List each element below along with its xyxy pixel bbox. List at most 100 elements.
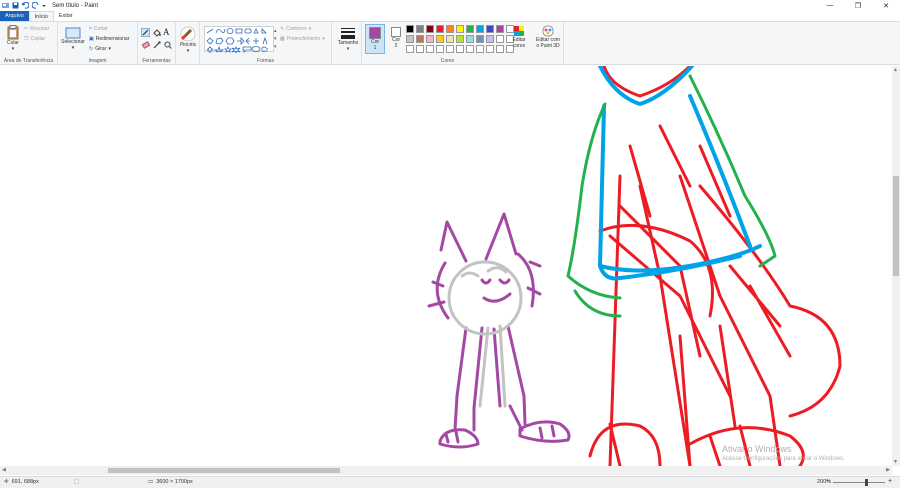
status-bar: ✛ 691, 688px ⬚ ▭ 3600 × 1700px 200% − + (0, 476, 900, 488)
palette-swatch[interactable] (496, 25, 504, 33)
palette-swatch[interactable] (446, 35, 454, 43)
clipboard-icon (7, 25, 19, 40)
color-picker-icon[interactable] (152, 40, 161, 49)
copy-icon: ❐ (24, 36, 29, 42)
rotate-label: Girar (95, 46, 107, 52)
pencil-icon[interactable] (141, 28, 150, 37)
edit-colors-button[interactable]: Editar cores (508, 25, 530, 49)
magnifier-icon[interactable] (163, 40, 172, 49)
vertical-scroll-thumb[interactable] (893, 176, 899, 276)
palette-swatch[interactable] (466, 25, 474, 33)
fill-bucket-icon[interactable] (152, 28, 161, 37)
zoom-slider-thumb[interactable] (865, 479, 868, 486)
paste-button[interactable]: Colar ▾ (3, 25, 23, 52)
palette-swatch[interactable] (456, 45, 464, 53)
palette-swatch[interactable] (476, 45, 484, 53)
palette-swatch[interactable] (456, 25, 464, 33)
text-tool-icon[interactable]: A (163, 27, 170, 37)
shapes-gallery[interactable] (204, 26, 274, 54)
outline-label: Contorno (286, 26, 307, 32)
paint-app-icon (2, 2, 9, 9)
maximize-button[interactable]: ❐ (844, 0, 872, 11)
palette-swatch[interactable] (446, 45, 454, 53)
select-button[interactable]: Selecionar ▾ (60, 27, 86, 51)
color1-button[interactable]: Cor 1 (365, 24, 385, 54)
palette-swatch[interactable] (486, 35, 494, 43)
palette-swatch[interactable] (416, 45, 424, 53)
palette-swatch[interactable] (486, 45, 494, 53)
rotate-button[interactable]: ↻ Girar ▾ (89, 46, 111, 52)
customize-toolbar-icon[interactable] (42, 2, 46, 9)
selection-icon: ⬚ (74, 479, 80, 485)
quick-access-toolbar (0, 0, 46, 11)
gallery-expand-icon[interactable]: ▾ (274, 44, 277, 50)
vertical-scrollbar[interactable]: ▲ ▼ (892, 66, 900, 466)
palette-swatch[interactable] (466, 45, 474, 53)
undo-icon[interactable] (21, 1, 30, 9)
palette-swatch[interactable] (426, 45, 434, 53)
windows-activation-watermark: Ativar o Windows Acesse Configurações pa… (722, 444, 845, 462)
minimize-button[interactable]: — (816, 0, 844, 11)
palette-swatch[interactable] (466, 35, 474, 43)
horizontal-scroll-thumb[interactable] (108, 468, 340, 473)
image-size-icon: ▭ (148, 479, 154, 485)
save-icon[interactable] (12, 2, 19, 9)
palette-swatch[interactable] (486, 25, 494, 33)
scroll-left-icon[interactable]: ◀ (2, 467, 6, 473)
palette-swatch[interactable] (426, 25, 434, 33)
resize-button[interactable]: ▣ Redimensionar (89, 36, 129, 42)
palette-swatch[interactable] (496, 35, 504, 43)
brushes-button[interactable]: Pincéis ▾ (177, 26, 199, 54)
gallery-scroll-up-icon[interactable]: ▴ (274, 28, 277, 34)
scroll-right-icon[interactable]: ▶ (886, 467, 890, 473)
tab-file[interactable]: Arquivo (0, 11, 29, 21)
size-group: Tamanho ▾ (332, 22, 362, 65)
palette-swatch[interactable] (416, 35, 424, 43)
edit-with-paint3d-button[interactable]: Editar com o Paint 3D (532, 25, 564, 49)
color2-button[interactable]: Cor 2 (387, 24, 405, 54)
close-button[interactable]: ✕ (872, 0, 900, 11)
shapes-gallery-icons (206, 28, 268, 54)
zoom-slider[interactable] (833, 482, 885, 483)
scroll-up-icon[interactable]: ▲ (893, 67, 898, 73)
palette-swatch[interactable] (496, 45, 504, 53)
crop-button[interactable]: ⌗ Cortar (89, 26, 108, 32)
horizontal-scrollbar[interactable]: ◀ ▶ (0, 466, 892, 475)
paint3d-label-2: o Paint 3D (536, 43, 560, 49)
tab-view[interactable]: Exibir (54, 11, 78, 21)
eraser-icon[interactable] (141, 40, 150, 49)
watermark-title: Ativar o Windows (722, 444, 792, 454)
palette-swatch[interactable] (406, 35, 414, 43)
palette-swatch[interactable] (476, 25, 484, 33)
fill-dropdown[interactable]: ▩ Preenchimento ▾ (280, 36, 325, 42)
size-button[interactable]: Tamanho ▾ (335, 27, 361, 52)
cut-label: Recortar (30, 26, 50, 32)
scissors-icon: ✂ (24, 26, 29, 32)
palette-swatch[interactable] (436, 45, 444, 53)
outline-dropdown[interactable]: ✎ Contorno ▾ (280, 26, 311, 32)
zoom-in-button[interactable]: + (888, 478, 892, 485)
cut-button[interactable]: ✂ Recortar (24, 26, 49, 32)
shapes-group-label: Formas (257, 58, 274, 64)
paint3d-icon (542, 25, 554, 37)
drawing-canvas[interactable]: Ativar o Windows Acesse Configurações pa… (0, 66, 892, 466)
palette-swatch[interactable] (476, 35, 484, 43)
edit-colors-label-2: cores (512, 43, 526, 49)
title-bar: Sem título - Paint — ❐ ✕ (0, 0, 900, 11)
palette-swatch[interactable] (416, 25, 424, 33)
palette-swatch[interactable] (436, 35, 444, 43)
palette-swatch[interactable] (406, 45, 414, 53)
paint3d-group: Editar com o Paint 3D (530, 22, 566, 65)
redo-icon[interactable] (31, 1, 39, 9)
copy-button[interactable]: ❐ Copiar (24, 36, 45, 42)
cursor-position: ✛ 691, 688px (4, 479, 39, 485)
palette-swatch[interactable] (426, 35, 434, 43)
palette-swatch[interactable] (456, 35, 464, 43)
palette-swatch[interactable] (406, 25, 414, 33)
palette-swatch[interactable] (436, 25, 444, 33)
zoom-out-button[interactable]: − (826, 478, 830, 485)
palette-swatch[interactable] (446, 25, 454, 33)
gallery-scroll-down-icon[interactable]: ▾ (274, 36, 277, 42)
tab-home[interactable]: Início (28, 11, 54, 21)
scroll-down-icon[interactable]: ▼ (893, 459, 898, 465)
